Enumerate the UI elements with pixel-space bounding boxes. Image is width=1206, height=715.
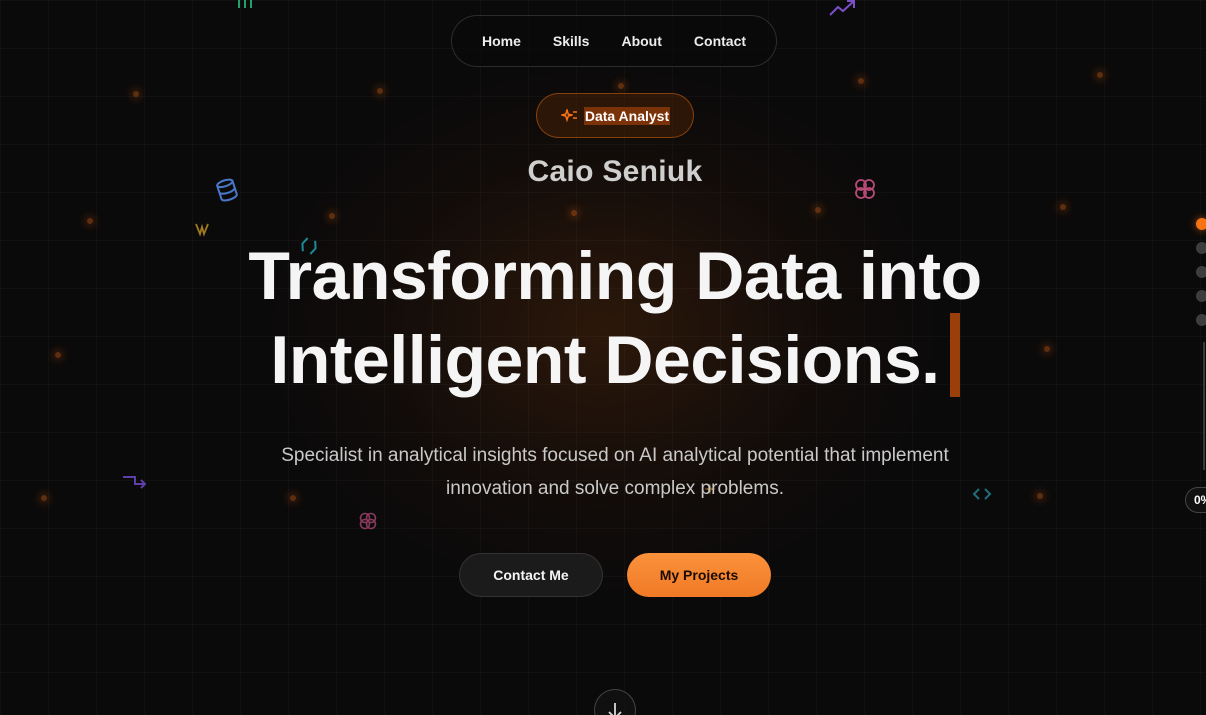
role-badge-label: Data Analyst bbox=[583, 106, 671, 125]
role-badge: Data Analyst bbox=[536, 93, 694, 138]
typing-caret bbox=[949, 313, 960, 397]
glow-dot bbox=[815, 207, 821, 213]
nav-item-home[interactable]: Home bbox=[466, 33, 537, 49]
bar-chart-icon bbox=[236, 0, 254, 10]
glow-dot bbox=[1097, 72, 1103, 78]
hero-page: Home Skills About Contact Data Analyst C… bbox=[0, 0, 1206, 715]
contact-me-button[interactable]: Contact Me bbox=[459, 553, 603, 597]
subtitle-line: innovation and solve complex problems. bbox=[446, 478, 784, 499]
section-dot[interactable] bbox=[1196, 242, 1206, 254]
section-dot[interactable] bbox=[1196, 218, 1206, 230]
nav-item-contact[interactable]: Contact bbox=[678, 33, 762, 49]
glow-dot bbox=[41, 495, 47, 501]
scroll-progress-label: 0% bbox=[1185, 487, 1206, 513]
subtitle-line: Specialist in analytical insights focuse… bbox=[281, 445, 949, 466]
glow-dot bbox=[571, 210, 577, 216]
scroll-progress-track bbox=[1203, 342, 1205, 470]
glow-dot bbox=[329, 213, 335, 219]
arrow-down-icon bbox=[606, 702, 624, 715]
section-dot[interactable] bbox=[1196, 314, 1206, 326]
glow-dot bbox=[618, 83, 624, 89]
headline-line: Intelligent Decisions. bbox=[0, 313, 1206, 397]
headline-line: Transforming Data into bbox=[248, 238, 982, 314]
glow-dot bbox=[377, 88, 383, 94]
sparkle-icon bbox=[560, 106, 578, 123]
hero-subtitle: Specialist in analytical insights focuse… bbox=[230, 439, 1000, 505]
top-nav: Home Skills About Contact bbox=[451, 15, 777, 67]
hero-headline: Transforming Data into Intelligent Decis… bbox=[0, 240, 1206, 397]
arrow-turn-icon bbox=[121, 472, 149, 490]
section-indicator bbox=[1196, 218, 1206, 338]
person-name: Caio Seniuk bbox=[527, 155, 703, 188]
my-projects-button[interactable]: My Projects bbox=[627, 553, 771, 597]
trend-up-icon bbox=[828, 0, 858, 18]
glow-dot bbox=[133, 91, 139, 97]
glow-dot bbox=[87, 218, 93, 224]
glow-dot bbox=[1037, 493, 1043, 499]
headline-line-text: Intelligent Decisions. bbox=[270, 322, 940, 398]
spark-icon bbox=[194, 221, 210, 237]
nav-item-about[interactable]: About bbox=[605, 33, 677, 49]
section-dot[interactable] bbox=[1196, 290, 1206, 302]
glow-dot bbox=[1060, 204, 1066, 210]
nav-item-skills[interactable]: Skills bbox=[537, 33, 606, 49]
brain-icon bbox=[357, 510, 379, 532]
glow-dot bbox=[858, 78, 864, 84]
scroll-down-button[interactable] bbox=[594, 689, 636, 715]
section-dot[interactable] bbox=[1196, 266, 1206, 278]
